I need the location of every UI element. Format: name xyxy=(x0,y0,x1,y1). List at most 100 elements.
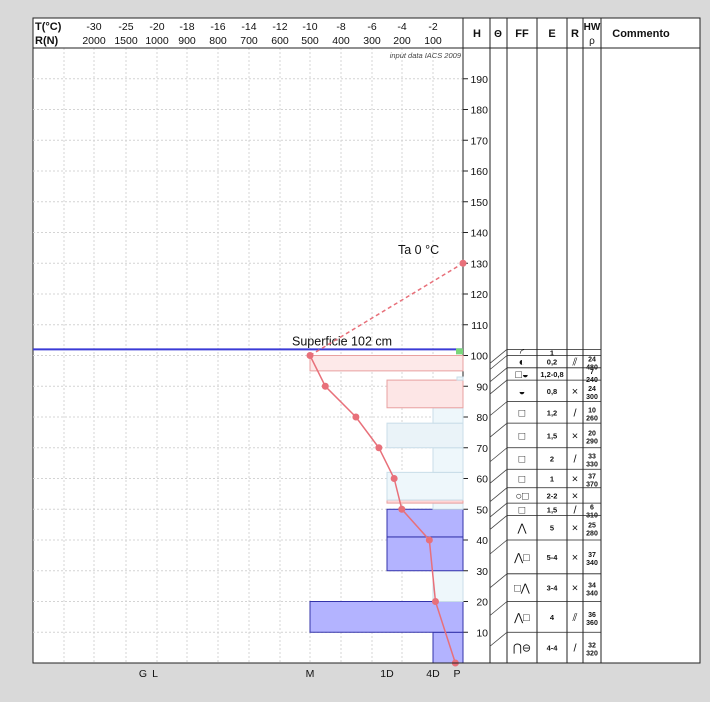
snow-surface-marker xyxy=(456,348,463,355)
layer-grain-size: 1 xyxy=(550,475,554,484)
layer-grain-size: 5-4 xyxy=(547,553,559,562)
layer-grain-form: □ xyxy=(519,504,526,516)
height-tick-label: 40 xyxy=(476,535,488,547)
height-tick-label: 150 xyxy=(470,197,488,209)
layer-hardness-symbol: × xyxy=(572,583,578,595)
temperature-tick-label: -6 xyxy=(367,21,376,33)
height-tick-label: 10 xyxy=(476,627,488,639)
layer-grain-form: ⋂⊖ xyxy=(513,643,531,655)
layer-grain-form: □ xyxy=(519,430,526,442)
column-header-hw: HW xyxy=(584,22,601,33)
snow-profile-chart: T(°C) R(N) -30 -25 -20 -18 -16 -14 -12 -10 -8 -6 -4-… xyxy=(0,0,710,697)
temperature-point xyxy=(352,413,360,421)
height-tick-label: 120 xyxy=(470,289,488,301)
resistance-tick-label: 700 xyxy=(240,35,258,47)
layer-hw-value: 37 xyxy=(588,474,596,481)
height-tick-label: 140 xyxy=(470,228,488,240)
resistance-tick-label: 900 xyxy=(178,35,196,47)
layer-hw-value: 25 xyxy=(588,523,596,530)
temperature-tick-label: -18 xyxy=(179,21,194,33)
ram-bar xyxy=(432,407,464,424)
layer-grain-size: 2-2 xyxy=(547,491,558,500)
layer-hardness-symbol: ⫽ xyxy=(572,612,578,624)
temperature-tick-label: -4 xyxy=(397,21,406,33)
ram-bar xyxy=(386,536,464,572)
ram-bar xyxy=(456,376,464,381)
layer-hw-value: 37 xyxy=(588,552,596,559)
temperature-tick-label: -8 xyxy=(336,21,345,33)
layer-grain-form: ◐ xyxy=(519,357,526,369)
layer-density-value: 340 xyxy=(586,591,598,598)
hardness-tick-label: P xyxy=(453,668,460,680)
source-note: input data IACS 2009 xyxy=(390,51,462,60)
layer-hw-value: 24 xyxy=(588,386,596,393)
layer-grain-size: 1,2-0,8 xyxy=(540,370,563,379)
resistance-tick-label: 400 xyxy=(332,35,350,47)
hardness-tick-label: 4D xyxy=(426,668,440,680)
layer-grain-size: 3-4 xyxy=(547,584,559,593)
layer-hw-value: 36 xyxy=(588,612,596,619)
layer-hw-value: 24 xyxy=(588,357,596,364)
layer-density-value: 340 xyxy=(586,560,598,567)
layer-hardness-symbol: × xyxy=(572,523,578,535)
layer-grain-size: 1 xyxy=(550,348,554,357)
layer-grain-form: ⋀ xyxy=(516,523,527,535)
layer-grain-size: 1,5 xyxy=(547,431,557,440)
layer-grain-size: 1,2 xyxy=(547,408,557,417)
temperature-point xyxy=(321,382,329,390)
layer-density-value: 320 xyxy=(586,651,598,658)
layer-grain-form: ⋀□ xyxy=(513,612,530,624)
ram-bar xyxy=(309,355,464,372)
resistance-tick-label: 600 xyxy=(271,35,289,47)
resistance-tick-label: 100 xyxy=(424,35,442,47)
height-tick-label: 20 xyxy=(476,597,488,609)
layer-hardness-symbol: × xyxy=(572,552,578,564)
layer-grain-form: □ xyxy=(519,454,526,466)
layer-hardness-symbol: × xyxy=(572,474,578,486)
temperature-tick-label: -30 xyxy=(86,21,101,33)
resistance-tick-label: 500 xyxy=(301,35,319,47)
layer-density-value: 280 xyxy=(586,531,598,538)
column-header-e: E xyxy=(548,28,555,40)
layer-hardness-symbol: × xyxy=(572,430,578,442)
temperature-point xyxy=(425,536,433,544)
height-tick-label: 50 xyxy=(476,504,488,516)
resistance-tick-label: 300 xyxy=(363,35,381,47)
temperature-point xyxy=(431,598,439,605)
hardness-tick-label: L xyxy=(152,668,158,680)
column-header-theta: Θ xyxy=(494,29,502,40)
height-tick-label: 60 xyxy=(476,474,488,486)
layer-hardness-symbol: × xyxy=(572,490,578,502)
temperature-tick-label: -14 xyxy=(241,21,256,33)
height-tick-label: 90 xyxy=(476,381,488,393)
layer-grain-size: 4-4 xyxy=(547,644,559,653)
layer-grain-size: 0,2 xyxy=(547,358,557,367)
column-header-rho: ρ xyxy=(589,36,595,47)
layer-density-value: 300 xyxy=(586,394,598,401)
ram-bar xyxy=(386,379,464,409)
height-tick-label: 110 xyxy=(471,320,488,332)
temperature-point xyxy=(375,444,383,452)
column-header-ff: FF xyxy=(515,28,529,40)
column-header-h: H xyxy=(473,28,481,40)
layer-hw-value: 10 xyxy=(588,407,596,414)
layer-grain-form: □⋀ xyxy=(514,583,531,595)
layer-grain-size: 0,8 xyxy=(547,387,557,396)
resistance-tick-label: 1000 xyxy=(145,35,169,47)
resistance-tick-label: 200 xyxy=(393,35,411,47)
layer-hw-value: 20 xyxy=(588,430,596,437)
layer-grain-form: □◒ xyxy=(515,369,528,381)
temperature-tick-label: -10 xyxy=(302,21,317,33)
temperature-point xyxy=(306,352,314,359)
hardness-tick-label: G xyxy=(139,668,147,680)
resistance-axis-label: R(N) xyxy=(35,35,59,47)
height-tick-label: 30 xyxy=(476,566,488,578)
layer-grain-form: ◒ xyxy=(519,386,526,398)
layer-density-value: 330 xyxy=(586,462,598,469)
layer-density-value: 290 xyxy=(586,438,598,445)
height-tick-label: 100 xyxy=(470,351,488,363)
layer-hw-value: 32 xyxy=(588,643,596,650)
height-tick-label: 160 xyxy=(470,166,488,178)
layer-hw-value: 34 xyxy=(588,583,596,590)
ram-bar xyxy=(432,570,464,602)
